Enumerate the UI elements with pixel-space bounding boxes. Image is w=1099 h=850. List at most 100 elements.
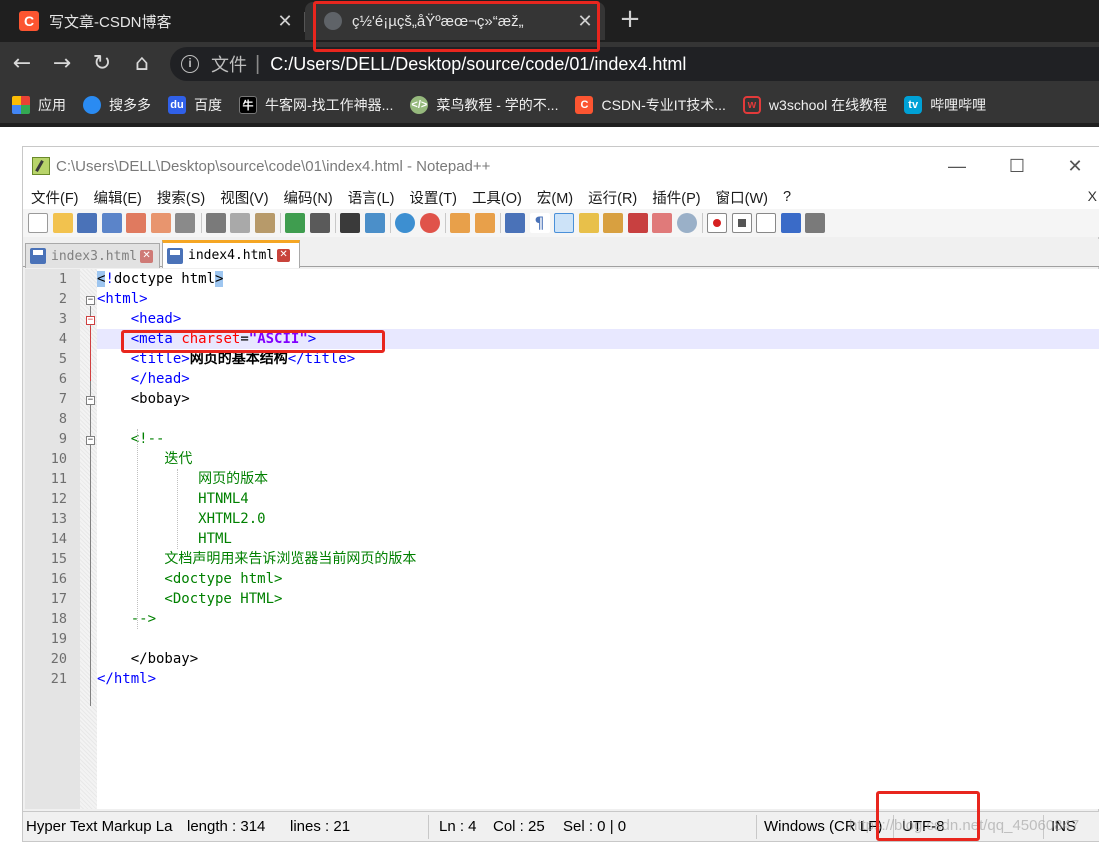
minimize-button[interactable]: — <box>934 151 980 181</box>
menu-macro[interactable]: 宏(M) <box>529 187 580 208</box>
save-all-icon[interactable] <box>101 213 122 233</box>
code-line[interactable] <box>97 409 1099 429</box>
save-macro-icon[interactable] <box>805 213 825 233</box>
word-wrap-icon[interactable] <box>505 213 525 233</box>
run-macro-multiple-icon[interactable] <box>780 213 801 233</box>
code-line[interactable]: <!-- <box>97 429 1099 449</box>
code-line[interactable]: <Doctype HTML> <box>97 589 1099 609</box>
menu-help[interactable]: ? <box>775 189 798 205</box>
bookmark-apps[interactable]: 应用 <box>12 95 66 115</box>
browser-tab-csdn[interactable]: C 写文章-CSDN博客 ✕ <box>0 2 305 40</box>
menu-search[interactable]: 搜索(S) <box>149 187 212 208</box>
close-icon[interactable]: ✕ <box>140 249 154 263</box>
reload-button[interactable]: ↻ <box>88 50 116 78</box>
code-line[interactable]: <!doctype html> <box>97 269 1099 289</box>
bookmark-runoob[interactable]: </> 菜鸟教程 - 学的不... <box>410 95 558 115</box>
function-list-icon[interactable] <box>627 213 648 233</box>
status-bar: Hyper Text Markup La length : 314 lines … <box>23 811 1099 841</box>
code-line[interactable]: 文档声明用来告诉浏览器当前网页的版本 <box>97 549 1099 569</box>
bookmark-w3school[interactable]: w w3school 在线教程 <box>742 95 887 115</box>
save-icon[interactable] <box>77 213 97 233</box>
close-file-icon[interactable] <box>126 213 146 233</box>
cut-icon[interactable] <box>205 213 226 233</box>
file-tab-index3[interactable]: index3.html ✕ <box>25 243 160 268</box>
back-button[interactable]: ← <box>8 50 36 78</box>
menu-file[interactable]: 文件(F) <box>23 187 86 208</box>
zoom-in-icon[interactable] <box>395 213 415 233</box>
redo-icon[interactable] <box>309 213 330 233</box>
code-line[interactable]: <bobay> <box>97 389 1099 409</box>
record-macro-icon[interactable] <box>707 213 727 233</box>
code-line[interactable]: <html> <box>97 289 1099 309</box>
code-line[interactable]: 迭代 <box>97 449 1099 469</box>
paste-icon[interactable] <box>254 213 275 233</box>
monitoring-icon[interactable] <box>676 213 697 233</box>
code-line[interactable]: </bobay> <box>97 649 1099 669</box>
bookmark-nowcoder[interactable]: 牛 牛客网-找工作神器... <box>239 95 393 115</box>
menu-language[interactable]: 语言(L) <box>340 187 402 208</box>
code-line[interactable] <box>97 629 1099 649</box>
bookmark-label: 哔哩哔哩 <box>930 96 987 113</box>
code-line[interactable]: --> <box>97 609 1099 629</box>
close-all-icon[interactable] <box>150 213 171 233</box>
play-macro-icon[interactable] <box>756 213 776 233</box>
fold-toggle[interactable]: − <box>86 296 95 305</box>
info-icon[interactable]: i <box>181 55 199 73</box>
fold-toggle[interactable]: − <box>86 436 95 445</box>
close-icon[interactable]: ✕ <box>273 11 297 32</box>
open-file-icon[interactable] <box>52 213 73 233</box>
indent-guide-icon[interactable] <box>554 213 574 233</box>
menu-settings[interactable]: 设置(T) <box>401 187 464 208</box>
undo-icon[interactable] <box>285 213 305 233</box>
code-line[interactable]: XHTML2.0 <box>97 509 1099 529</box>
menu-view[interactable]: 视图(V) <box>212 187 275 208</box>
replace-icon[interactable] <box>364 213 385 233</box>
close-icon[interactable]: ✕ <box>573 11 597 32</box>
code-line[interactable]: </head> <box>97 369 1099 389</box>
stop-macro-icon[interactable] <box>731 213 752 233</box>
code-line[interactable]: <title>网页的基本结构</title> <box>97 349 1099 369</box>
sync-vertical-icon[interactable] <box>450 213 470 233</box>
show-all-chars-icon[interactable]: ¶ <box>529 213 550 233</box>
sync-horizontal-icon[interactable] <box>474 213 495 233</box>
copy-icon[interactable] <box>230 213 250 233</box>
home-button[interactable]: ⌂ <box>128 50 156 78</box>
code-line[interactable]: <meta charset="ASCII"> <box>97 329 1099 349</box>
code-line[interactable]: </html> <box>97 669 1099 689</box>
browser-tab-active[interactable]: ç½'é¡µçš„åŸºæœ¬ç»“æž„ ✕ <box>305 2 605 40</box>
bookmark-bilibili[interactable]: tv 哔哩哔哩 <box>904 95 986 115</box>
close-document-button[interactable]: X <box>1088 188 1097 204</box>
code-line[interactable]: <doctype html> <box>97 569 1099 589</box>
forward-button[interactable]: → <box>48 50 76 78</box>
bookmark-csdn[interactable]: C CSDN-专业IT技术... <box>575 95 726 115</box>
zoom-out-icon[interactable] <box>419 213 440 233</box>
code-line[interactable]: HTNML4 <box>97 489 1099 509</box>
fold-toggle[interactable]: − <box>86 396 95 405</box>
menu-window[interactable]: 窗口(W) <box>708 187 775 208</box>
print-icon[interactable] <box>175 213 195 233</box>
new-file-icon[interactable] <box>28 213 48 233</box>
menu-encoding[interactable]: 编码(N) <box>276 187 340 208</box>
code-editor[interactable]: − − − − 1 <!doctype html> 2 <html> 3 <head> 4… <box>25 269 1099 809</box>
maximize-button[interactable]: ☐ <box>994 151 1040 181</box>
menu-plugins[interactable]: 插件(P) <box>644 187 707 208</box>
bookmark-souduoduo[interactable]: 搜多多 <box>83 95 151 115</box>
menu-tools[interactable]: 工具(O) <box>464 187 529 208</box>
fold-toggle[interactable]: − <box>86 316 95 325</box>
folder-workspace-icon[interactable] <box>652 213 672 233</box>
address-bar[interactable]: i 文件 | C:/Users/DELL/Desktop/source/code… <box>170 47 1099 81</box>
close-icon[interactable]: ✕ <box>277 249 291 262</box>
url-text[interactable]: C:/Users/DELL/Desktop/source/code/01/ind… <box>270 54 686 75</box>
code-line[interactable]: HTML <box>97 529 1099 549</box>
code-line[interactable]: 网页的版本 <box>97 469 1099 489</box>
file-tab-index4[interactable]: index4.html ✕ <box>162 240 300 268</box>
document-map-icon[interactable] <box>603 213 623 233</box>
close-window-button[interactable]: ✕ <box>1052 151 1098 181</box>
menu-edit[interactable]: 编辑(E) <box>86 187 149 208</box>
user-language-icon[interactable] <box>578 213 599 233</box>
find-icon[interactable] <box>340 213 360 233</box>
code-line[interactable]: <head> <box>97 309 1099 329</box>
new-tab-button[interactable]: + <box>616 6 644 34</box>
menu-run[interactable]: 运行(R) <box>580 187 644 208</box>
bookmark-baidu[interactable]: du 百度 <box>168 95 222 115</box>
